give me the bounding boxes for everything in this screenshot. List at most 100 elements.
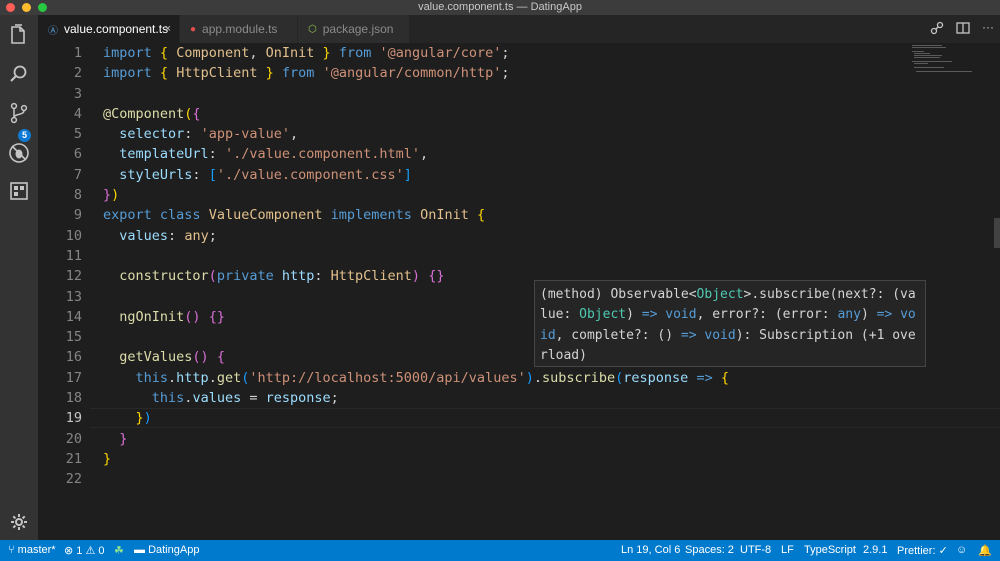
code-token: ) xyxy=(525,369,534,386)
code-token: import xyxy=(103,65,152,82)
code-token: subscribe xyxy=(541,369,616,386)
code-line[interactable]: }) xyxy=(103,408,729,428)
code-token: HttpClient xyxy=(176,65,258,82)
code-editor[interactable]: 1 2 3 4 5 6 7 8 9 10 11 12 13 14 15 16 17 18 19 20 21 22 impo… xyxy=(38,43,1000,540)
tab-label: value.component.ts xyxy=(64,22,169,36)
code-token: ) xyxy=(143,410,152,427)
code-token: './value.component.html' xyxy=(224,146,421,163)
split-editor-icon[interactable] xyxy=(956,21,970,40)
open-changes-icon[interactable] xyxy=(930,21,944,40)
code-content[interactable]: import { Component, OnInit } from '@angu… xyxy=(103,43,729,490)
hover-token: , complete?: () xyxy=(555,327,681,343)
code-line[interactable]: selector: 'app-value', xyxy=(103,124,729,144)
notifications-icon[interactable]: 🔔 xyxy=(978,544,992,557)
line-number: 11 xyxy=(65,247,82,264)
debug-icon[interactable] xyxy=(7,141,31,165)
problems-indicator[interactable]: ⊗ 1 ⚠ 0 xyxy=(64,544,105,557)
code-line[interactable]: this.values = response; xyxy=(103,388,729,408)
folder-icon: ▬ xyxy=(134,544,145,556)
tab-value-component[interactable]: Ⓐ value.component.ts × xyxy=(38,15,180,43)
indentation[interactable]: Spaces: 2 xyxy=(685,544,734,556)
hover-token: ) xyxy=(626,307,642,323)
encoding[interactable]: UTF-8 xyxy=(740,544,771,556)
hover-token xyxy=(892,307,900,322)
code-token: : xyxy=(208,146,225,163)
line-number: 14 xyxy=(65,308,82,325)
code-token: . xyxy=(168,369,177,386)
explorer-icon[interactable] xyxy=(7,23,31,47)
code-line[interactable]: } xyxy=(103,449,729,469)
code-token: Component xyxy=(176,45,250,61)
code-line[interactable] xyxy=(103,469,729,489)
code-line[interactable] xyxy=(103,84,729,104)
code-token: {} xyxy=(428,268,445,285)
cursor-position[interactable]: Ln 19, Col 6 xyxy=(621,544,680,556)
code-line[interactable] xyxy=(103,246,729,266)
code-line[interactable]: templateUrl: './value.component.html', xyxy=(103,144,729,164)
code-token: { xyxy=(159,45,169,61)
extensions-icon[interactable] xyxy=(7,179,31,203)
smiley-feedback-icon[interactable]: ☺ xyxy=(956,544,967,556)
code-line[interactable]: @Component({ xyxy=(103,104,729,124)
source-control-icon[interactable] xyxy=(7,101,31,125)
code-line[interactable]: export class ValueComponent implements O… xyxy=(103,205,729,225)
code-token: selector xyxy=(119,126,185,143)
code-token: ) xyxy=(111,187,120,204)
live-share-icon[interactable]: ☘ xyxy=(114,544,124,557)
more-actions-icon[interactable]: ··· xyxy=(982,21,994,40)
angular-module-icon: ● xyxy=(190,23,197,35)
language-mode[interactable]: TypeScript xyxy=(804,544,856,556)
code-token: . xyxy=(208,369,217,386)
line-ending[interactable]: LF xyxy=(781,544,794,556)
hover-token: Object xyxy=(696,287,744,302)
branch-indicator[interactable]: ⑂ master* xyxy=(8,544,56,556)
code-token: getValues xyxy=(119,349,193,366)
code-line[interactable]: this.http.get('http://localhost:5000/api… xyxy=(103,368,729,388)
code-line[interactable]: } xyxy=(103,429,729,449)
code-token: { xyxy=(216,349,225,366)
code-token: ; xyxy=(501,45,510,61)
code-token: { xyxy=(159,65,169,82)
search-icon[interactable] xyxy=(7,62,31,86)
hover-token: Object xyxy=(579,307,627,323)
line-number: 7 xyxy=(73,166,82,183)
code-token: , xyxy=(420,146,429,163)
tab-package-json[interactable]: ⬡ package.json xyxy=(298,15,410,43)
ts-version[interactable]: 2.9.1 xyxy=(863,544,887,556)
close-tab-icon[interactable]: × xyxy=(165,23,171,35)
code-line[interactable]: import { Component, OnInit } from '@angu… xyxy=(103,43,729,63)
prettier-status[interactable]: Prettier: ✓ xyxy=(897,544,948,557)
settings-gear-icon[interactable] xyxy=(7,510,31,534)
line-number: 8 xyxy=(73,187,82,204)
code-token: ; xyxy=(330,390,339,407)
line-number-gutter: 1 2 3 4 5 6 7 8 9 10 11 12 13 14 15 16 17 18 19 20 21 22 xyxy=(38,43,90,490)
code-line[interactable]: values: any; xyxy=(103,226,729,246)
tab-app-module[interactable]: ● app.module.ts xyxy=(180,15,298,43)
code-token: { xyxy=(476,207,486,224)
line-number: 15 xyxy=(65,329,82,346)
code-line[interactable]: }) xyxy=(103,185,729,205)
code-token: class xyxy=(159,207,201,224)
line-number: 5 xyxy=(73,126,82,143)
line-number: 13 xyxy=(65,288,82,305)
hover-token: => xyxy=(876,307,893,323)
folder-indicator[interactable]: ▬ DatingApp xyxy=(134,544,199,556)
code-token: , xyxy=(289,126,299,143)
code-token: private xyxy=(216,268,274,285)
minimap[interactable] xyxy=(912,43,974,83)
code-token: } xyxy=(322,45,331,61)
code-token: from xyxy=(338,45,372,61)
code-token: values xyxy=(119,227,169,244)
code-line[interactable]: import { HttpClient } from '@angular/com… xyxy=(103,63,729,83)
code-line[interactable]: styleUrls: ['./value.component.css'] xyxy=(103,165,729,185)
vertical-scrollbar[interactable] xyxy=(994,218,1000,248)
